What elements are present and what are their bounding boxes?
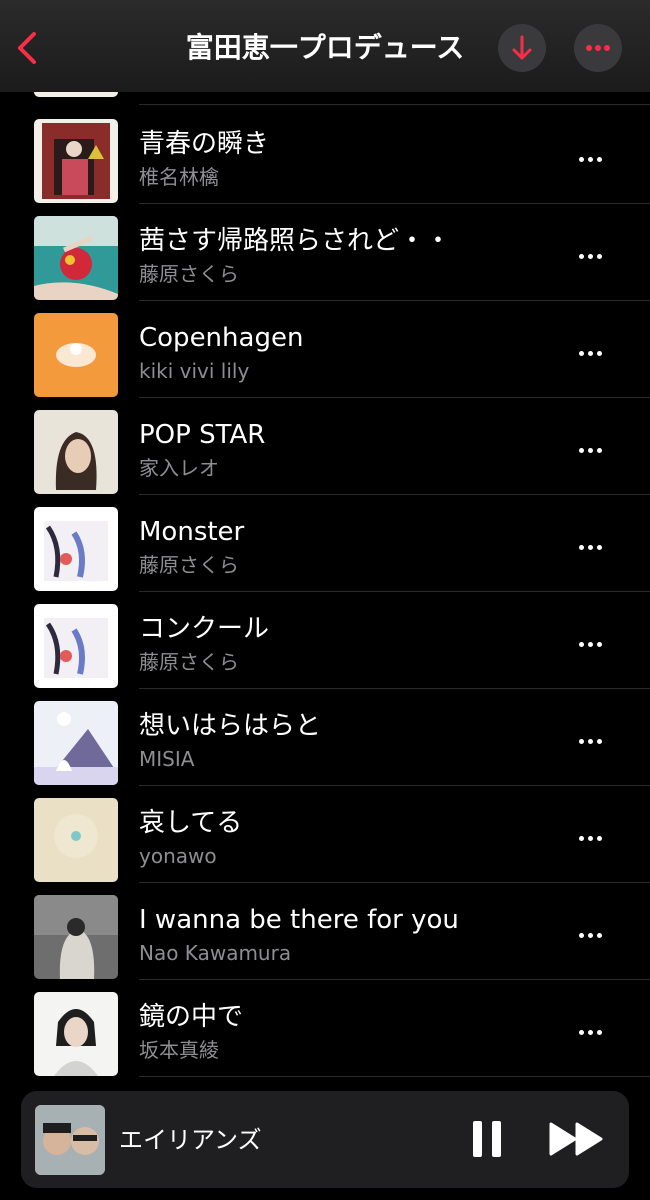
track-more-button[interactable] [570,1017,610,1047]
track-artist: kiki vivi lily [139,359,250,383]
chevron-left-icon [18,32,36,64]
dot [596,544,602,550]
album-art [34,798,118,882]
track-more-button[interactable] [570,726,610,756]
album-art [34,410,118,494]
album-art [34,992,118,1076]
now-playing-art [35,1105,105,1175]
track-title: POP STAR [139,420,266,450]
track-artist: MISIA [139,747,195,771]
divider [139,104,650,105]
track-more-button[interactable] [570,338,610,368]
mini-player[interactable]: エイリアンズ [21,1091,629,1188]
dot [578,932,584,938]
dot [587,156,593,162]
dot [578,253,584,259]
track-artist: yonawo [139,844,217,868]
dot [587,738,593,744]
download-arrow-icon [512,35,532,60]
dot [587,932,593,938]
track-more-button[interactable] [570,532,610,562]
track-title: Copenhagen [139,323,304,353]
page-title: 富田恵一プロデュース [185,31,465,64]
dot [578,350,584,356]
dot [578,544,584,550]
track-artist: 家入レオ [139,456,219,480]
dot [578,447,584,453]
dot [596,447,602,453]
now-playing-title: エイリアンズ [119,1126,262,1154]
album-art [34,507,118,591]
album-art [34,216,118,300]
dot [596,1029,602,1035]
track-row[interactable]: 青春の瞬き 椎名林檎 [0,106,650,204]
track-more-button[interactable] [570,629,610,659]
dot [596,641,602,647]
track-title: 茜さす帰路照らされど・・ [139,226,452,256]
track-row[interactable]: 鏡の中で 坂本真綾 [0,979,650,1077]
dot [596,738,602,744]
track-more-button[interactable] [570,241,610,271]
dot [596,835,602,841]
dot [587,447,593,453]
track-more-button[interactable] [570,920,610,950]
track-row[interactable]: 茜さす帰路照らされど・・ 藤原さくら [0,203,650,301]
dot [596,156,602,162]
track-artist: 藤原さくら [139,262,239,286]
track-more-button[interactable] [570,144,610,174]
dot [587,641,593,647]
track-title: コンクール [139,614,270,644]
track-title: I wanna be there for you [139,905,459,935]
track-title: Monster [139,517,245,547]
pause-button[interactable] [469,1119,505,1159]
track-row[interactable]: Copenhagen kiki vivi lily [0,300,650,398]
dot [578,835,584,841]
track-artist: 坂本真綾 [139,1038,219,1062]
track-title: 青春の瞬き [139,129,270,159]
dot [578,156,584,162]
track-title: 哀してる [139,808,243,838]
back-button[interactable] [10,26,46,70]
next-track-button[interactable] [549,1121,605,1157]
track-row[interactable]: Monster 藤原さくら [0,494,650,592]
more-options-button[interactable] [574,24,622,72]
track-artist: Nao Kawamura [139,941,292,965]
track-more-button[interactable] [570,823,610,853]
album-art [34,604,118,688]
track-row[interactable]: 想いはらはらと MISIA [0,688,650,786]
track-row[interactable]: コンクール 藤原さくら [0,591,650,689]
dot [587,544,593,550]
dot [578,641,584,647]
track-more-button[interactable] [570,435,610,465]
dot [596,350,602,356]
dot [578,738,584,744]
fast-forward-icon [549,1122,603,1156]
album-art [34,895,118,979]
track-row[interactable]: 哀してる yonawo [0,785,650,883]
download-button[interactable] [498,24,546,72]
album-art [34,119,118,203]
album-art [34,313,118,397]
track-row[interactable]: POP STAR 家入レオ [0,397,650,495]
track-title: 鏡の中で [139,1002,244,1032]
track-artist: 藤原さくら [139,650,239,674]
pause-icon [473,1121,501,1157]
dot [578,1029,584,1035]
track-row[interactable]: I wanna be there for you Nao Kawamura [0,882,650,980]
dot [596,932,602,938]
track-artist: 藤原さくら [139,553,239,577]
track-title: 想いはらはらと [139,711,322,741]
dot [587,1029,593,1035]
dot [587,350,593,356]
divider [139,1076,650,1077]
track-artist: 椎名林檎 [139,165,219,189]
ellipsis-icon [586,45,610,51]
dot [596,253,602,259]
dot [587,253,593,259]
album-art [34,701,118,785]
nav-header: 富田恵一プロデュース [0,0,650,92]
dot [587,835,593,841]
